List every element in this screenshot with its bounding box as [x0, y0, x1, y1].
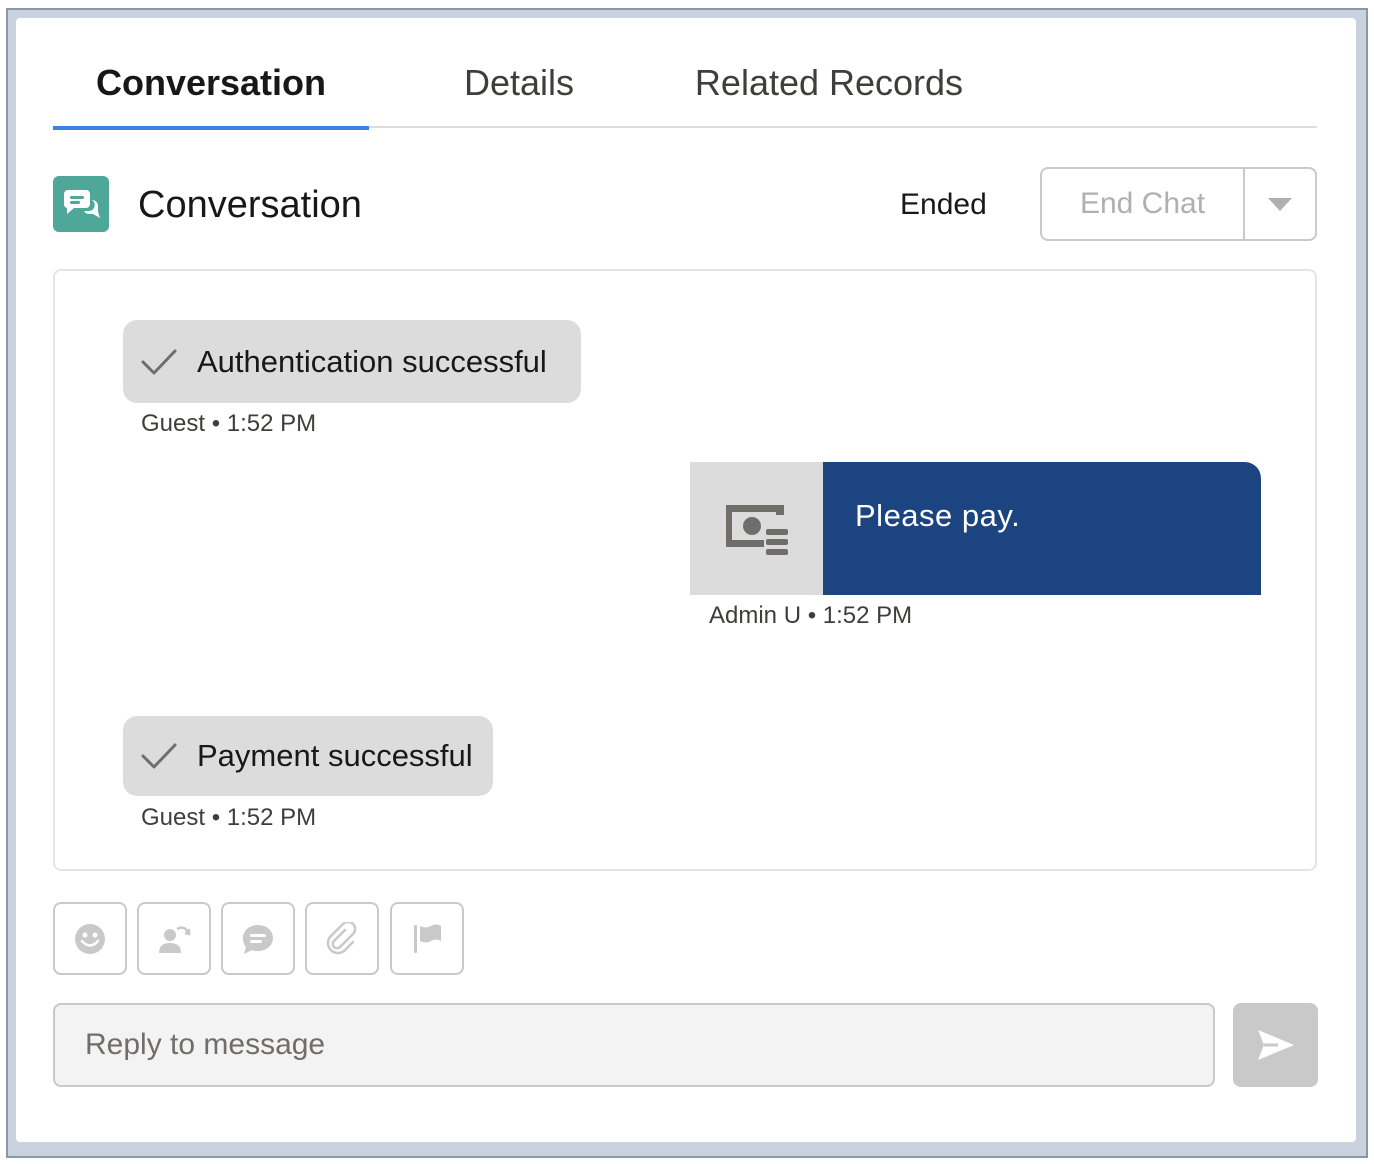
chat-bubbles-icon: [53, 176, 109, 232]
payment-icon: [690, 462, 823, 595]
chat-transcript[interactable]: Authentication successful Guest • 1:52 P…: [53, 269, 1317, 871]
event-text: Payment successful: [197, 738, 473, 773]
event-message: Authentication successful: [123, 320, 581, 403]
attachment-icon: [326, 921, 357, 954]
message-text: Please pay.: [823, 462, 1261, 595]
emoji-button[interactable]: [53, 902, 127, 975]
sender-name: Admin U: [709, 602, 802, 629]
status-label: Ended: [900, 188, 987, 221]
flag-icon: [414, 924, 441, 953]
end-chat-button-group: End Chat: [1040, 167, 1317, 241]
end-chat-button[interactable]: End Chat: [1042, 169, 1245, 239]
reply-input[interactable]: [53, 1003, 1215, 1087]
message-meta: Guest • 1:52 PM: [141, 409, 316, 439]
attachment-button[interactable]: [305, 902, 379, 975]
separator-dot: •: [807, 602, 823, 629]
message-meta: Guest • 1:52 PM: [141, 803, 316, 833]
transfer-icon: [159, 925, 191, 953]
separator-dot: •: [211, 410, 227, 437]
message-time: 1:52 PM: [226, 410, 317, 437]
end-chat-menu-button[interactable]: [1245, 169, 1315, 239]
emoji-icon: [75, 923, 105, 954]
message-time: 1:52 PM: [822, 602, 913, 629]
chevron-down-icon: [1268, 198, 1292, 211]
message-time: 1:52 PM: [226, 804, 317, 831]
tab-related-records[interactable]: Related Records: [669, 38, 989, 128]
flag-button[interactable]: [390, 902, 464, 975]
checkmark-icon: [141, 342, 181, 382]
outbound-message: Please pay.: [690, 462, 1261, 595]
message-meta: Admin U • 1:52 PM: [709, 601, 912, 631]
tab-details[interactable]: Details: [369, 38, 669, 128]
quick-text-icon: [243, 924, 273, 954]
tab-conversation[interactable]: Conversation: [53, 38, 369, 130]
page-title: Conversation: [138, 184, 362, 226]
separator-dot: •: [211, 804, 227, 831]
sender-name: Guest: [141, 410, 206, 437]
send-button[interactable]: [1233, 1003, 1318, 1087]
checkmark-icon: [141, 736, 181, 776]
send-icon: [1257, 1030, 1294, 1060]
transfer-button[interactable]: [137, 902, 211, 975]
quick-text-button[interactable]: [221, 902, 295, 975]
sender-name: Guest: [141, 804, 206, 831]
tab-bar: Conversation Details Related Records: [53, 38, 1317, 130]
event-text: Authentication successful: [197, 343, 547, 379]
event-message: Payment successful: [123, 716, 493, 796]
